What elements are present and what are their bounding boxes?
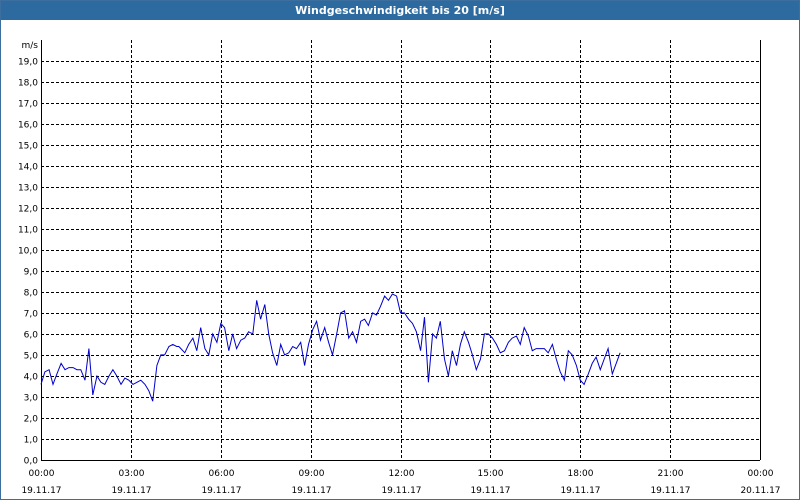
grid-lines — [41, 40, 760, 460]
tick-labels: 0,0 1,0 2,0 3,0 4,0 5,0 6,0 7,0 8,0 9,0 10,0 11,0 12… — [18, 41, 781, 496]
y-tick-label: 17,0 — [18, 100, 38, 110]
x-tick-time-label: 15:00 — [478, 469, 504, 479]
x-tick-date-label: 19.11.17 — [470, 486, 510, 496]
y-tick-label: 14,0 — [18, 163, 38, 173]
x-tick-date-label: 19.11.17 — [21, 486, 61, 496]
x-tick-date-label: 19.11.17 — [650, 486, 690, 496]
y-tick-label: 15,0 — [18, 142, 38, 152]
y-tick-label: 16,0 — [18, 121, 38, 131]
x-tick-time-label: 12:00 — [389, 469, 415, 479]
x-tick-date-label: 19.11.17 — [201, 486, 241, 496]
x-tick-date-label: 19.11.17 — [111, 486, 151, 496]
series-line — [40, 293, 621, 402]
x-tick-time-label: 21:00 — [658, 469, 684, 479]
y-tick-label: 13,0 — [18, 184, 38, 194]
y-tick-label: 8,0 — [24, 289, 39, 299]
x-tick-date-label: 19.11.17 — [291, 486, 331, 496]
y-tick-label: 7,0 — [24, 310, 39, 320]
x-tick-time-label: 00:00 — [29, 469, 55, 479]
x-tick-date-label: 19.11.17 — [560, 486, 600, 496]
y-tick-label: 12,0 — [18, 205, 38, 215]
y-tick-label: 9,0 — [24, 268, 39, 278]
x-tick-date-label: 20.11.17 — [740, 486, 780, 496]
x-tick-time-label: 03:00 — [119, 469, 145, 479]
y-tick-label: 1,0 — [24, 436, 39, 446]
series-layer — [40, 293, 621, 402]
x-tick-time-label: 18:00 — [568, 469, 594, 479]
y-tick-label: 10,0 — [18, 247, 38, 257]
x-tick-time-label: 00:00 — [748, 469, 774, 479]
x-tick-date-label: 19.11.17 — [381, 486, 421, 496]
y-tick-label: 11,0 — [18, 226, 38, 236]
x-tick-time-label: 09:00 — [299, 469, 325, 479]
y-axis-label: m/s — [22, 41, 39, 51]
y-tick-label: 19,0 — [18, 58, 38, 68]
y-tick-label: 0,0 — [24, 457, 39, 467]
x-tick-time-label: 06:00 — [209, 469, 235, 479]
wind-speed-chart: 0,0 1,0 2,0 3,0 4,0 5,0 6,0 7,0 8,0 9,0 10,0 11,0 12… — [18, 40, 781, 496]
y-tick-label: 5,0 — [24, 352, 39, 362]
chart-window: Windgeschwindigkeit bis 20 [m/s] 0,0 1,0 2… — [0, 0, 800, 500]
y-tick-label: 2,0 — [24, 415, 39, 425]
y-tick-label: 6,0 — [24, 331, 39, 341]
y-tick-label: 3,0 — [24, 394, 39, 404]
y-tick-label: 18,0 — [18, 79, 38, 89]
y-tick-label: 4,0 — [24, 373, 39, 383]
